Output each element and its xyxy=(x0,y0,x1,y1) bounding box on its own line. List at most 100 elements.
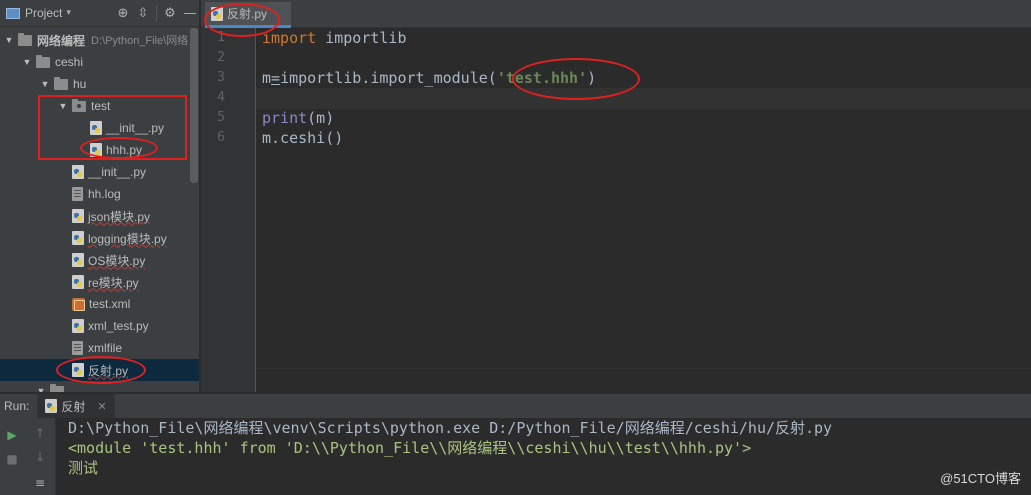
tree-item-label: hhh.py xyxy=(106,143,143,157)
tree-scrollbar[interactable] xyxy=(190,28,198,183)
caret-line-highlight xyxy=(256,88,1031,109)
tree-item[interactable]: re模块.py xyxy=(0,271,199,293)
tree-item[interactable]: test.xml xyxy=(0,293,199,315)
python-file-icon xyxy=(90,143,102,157)
tree-item[interactable]: ▼ ceshi xyxy=(0,51,199,73)
tree-item[interactable]: ▼ test xyxy=(0,95,199,117)
tree-item-label: logging模块.py xyxy=(88,231,167,246)
package-icon xyxy=(72,98,86,112)
project-path: D:\Python_File\网络 xyxy=(91,35,189,47)
tree-item[interactable]: xmlfile xyxy=(0,337,199,359)
tree-item-label: __init__.py xyxy=(106,121,165,135)
run-header: Run: 反射 ✕ xyxy=(0,393,1031,419)
run-toolbar: ▶ ■ ↑ ↓ ≡ xyxy=(0,418,56,495)
hide-icon[interactable]: — xyxy=(180,3,199,23)
tree-item[interactable]: hh.log xyxy=(0,183,199,205)
code-line-1: import importlib xyxy=(262,29,407,47)
code-line-3: m=importlib.import_module('test.hhh') xyxy=(262,69,597,87)
expand-arrow-icon[interactable]: ▼ xyxy=(22,57,32,67)
editor-bottom-strip xyxy=(256,368,1031,392)
tree-row-partial: ▼ xyxy=(0,380,199,392)
code-editor[interactable]: import importlib m=importlib.import_modu… xyxy=(256,28,1031,368)
expand-arrow-icon[interactable]: ▼ xyxy=(58,101,68,111)
header-divider xyxy=(156,5,157,21)
tree-item[interactable]: logging模块.py xyxy=(0,227,199,249)
project-title: Project xyxy=(25,6,63,20)
tree-item-label: xml_test.py xyxy=(88,319,149,333)
folder-icon xyxy=(50,383,64,392)
tree-item-label: test xyxy=(91,99,111,113)
python-file-icon xyxy=(72,231,84,245)
console-line-output: 测试 xyxy=(68,459,99,477)
tree-item-label: json模块.py xyxy=(88,209,151,224)
xml-file-icon xyxy=(72,297,85,311)
tree-item[interactable]: ▼ 网络编程 D:\Python_File\网络 xyxy=(0,29,199,51)
python-file-icon xyxy=(72,319,84,333)
line-number: 6 xyxy=(217,130,225,145)
line-number-gutter: 1 2 3 4 5 6 xyxy=(201,28,256,392)
python-file-icon xyxy=(211,6,223,21)
close-icon[interactable]: ✕ xyxy=(97,400,106,413)
tree-item-label: hu xyxy=(73,77,87,91)
tree-item-label: xmlfile xyxy=(88,341,123,355)
code-line-6: m.ceshi() xyxy=(262,129,344,147)
code-line-5: print(m) xyxy=(262,109,335,127)
tree-item-label: re模块.py xyxy=(88,275,139,290)
tree-item-label: test.xml xyxy=(89,297,131,311)
python-file-icon xyxy=(72,275,84,289)
run-label: Run: xyxy=(4,399,30,413)
text-file-icon xyxy=(72,187,83,201)
line-number: 4 xyxy=(217,90,225,105)
python-file-icon xyxy=(72,209,84,223)
expand-arrow-icon[interactable]: ▼ xyxy=(4,35,14,45)
scroll-up-icon[interactable]: ↑ xyxy=(31,424,49,442)
project-header: Project ▾ ⊕ ⇳ ⚙ — xyxy=(0,0,199,27)
line-number: 3 xyxy=(217,70,225,85)
tree-item-label: __init__.py xyxy=(88,165,147,179)
soft-wrap-icon[interactable]: ≡ xyxy=(31,474,49,492)
gear-icon[interactable]: ⚙ xyxy=(160,3,180,23)
tree-item[interactable]: 反射.py xyxy=(0,359,199,381)
tree-item[interactable]: OS模块.py xyxy=(0,249,199,271)
tree-item-label: ceshi xyxy=(55,55,84,69)
console-line-command: D:\Python_File\网络编程\venv\Scripts\python.… xyxy=(68,419,833,437)
rerun-icon[interactable]: ▶ xyxy=(3,426,21,444)
run-tab-label: 反射 xyxy=(61,399,86,414)
tree-item[interactable]: xml_test.py xyxy=(0,315,199,337)
line-number: 2 xyxy=(217,50,225,65)
collapse-all-icon[interactable]: ⇳ xyxy=(133,3,153,23)
tree-item-label: 反射.py xyxy=(88,363,129,378)
text-file-icon xyxy=(72,341,83,355)
project-view-selector[interactable]: Project ▾ xyxy=(6,6,71,20)
tree-item-label: 网络编程 xyxy=(37,33,86,48)
scroll-down-icon[interactable]: ↓ xyxy=(31,448,49,466)
python-file-icon xyxy=(72,363,84,377)
line-number: 1 xyxy=(217,30,225,45)
project-tool-window: Project ▾ ⊕ ⇳ ⚙ — ▼ 网络编程 D:\Python_File\网络… xyxy=(0,0,200,392)
console-line-module: <module 'test.hhh' from 'D:\\Python_File… xyxy=(68,439,752,457)
expand-arrow-icon: ▼ xyxy=(36,386,46,392)
tree-item[interactable]: json模块.py xyxy=(0,205,199,227)
watermark: @51CTO博客 xyxy=(940,471,1021,486)
folder-icon xyxy=(36,54,50,68)
tree-item-label: OS模块.py xyxy=(88,253,146,268)
line-number: 5 xyxy=(217,110,225,125)
tree-item-label: hh.log xyxy=(88,187,121,201)
tree-item[interactable]: __init__.py xyxy=(0,117,199,139)
tree-item[interactable]: __init__.py xyxy=(0,161,199,183)
folder-icon xyxy=(18,32,32,46)
folder-icon xyxy=(54,76,68,90)
python-file-icon xyxy=(72,253,84,267)
locate-icon[interactable]: ⊕ xyxy=(113,3,133,23)
tree-item[interactable]: hhh.py xyxy=(0,139,199,161)
python-file-icon xyxy=(90,121,102,135)
python-file-icon xyxy=(45,399,58,413)
tree-item[interactable]: ▼ hu xyxy=(0,73,199,95)
project-folder-icon xyxy=(6,7,20,19)
run-console: D:\Python_File\网络编程\venv\Scripts\python.… xyxy=(56,418,1031,495)
run-tab[interactable]: 反射 ✕ xyxy=(37,393,115,419)
tab-fanshe-py[interactable]: 反射.py xyxy=(205,2,291,28)
editor-tab-bar: 反射.py xyxy=(201,0,1031,28)
stop-icon[interactable]: ■ xyxy=(3,450,21,468)
expand-arrow-icon[interactable]: ▼ xyxy=(40,79,50,89)
